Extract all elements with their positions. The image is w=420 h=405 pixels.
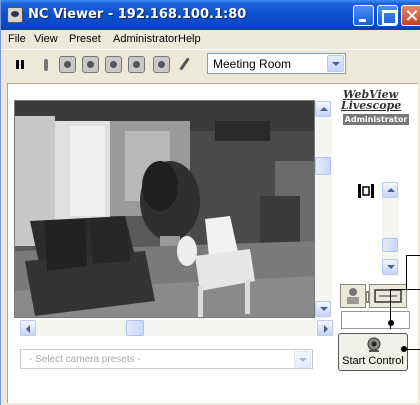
backlight-button[interactable] — [340, 284, 366, 308]
menu-view[interactable]: View — [34, 33, 58, 45]
start-control-button[interactable]: Start Control — [338, 333, 408, 371]
chevron-down-icon[interactable] — [327, 55, 344, 72]
zoom-slider-thumb[interactable] — [382, 238, 398, 252]
microphone-icon[interactable] — [176, 56, 193, 73]
video-vertical-scrollbar[interactable] — [315, 101, 332, 318]
camera-image — [15, 101, 314, 317]
zoom-icon — [357, 182, 375, 200]
horizontal-scroll-thumb[interactable] — [126, 320, 144, 336]
menu-help[interactable]: Help — [178, 33, 201, 45]
camera-video[interactable] — [14, 100, 315, 318]
network-icon[interactable] — [128, 56, 145, 73]
scroll-right-button[interactable] — [317, 320, 333, 336]
scroll-down-button[interactable] — [315, 301, 331, 317]
scroll-left-button[interactable] — [20, 320, 36, 336]
preset-select[interactable]: Meeting Room — [207, 53, 346, 74]
menu-bar: File View Preset Administrator Help — [1, 30, 420, 48]
title-bar[interactable]: NC Viewer - 192.168.100.1:80 — [1, 0, 420, 30]
video-horizontal-scrollbar[interactable] — [20, 320, 334, 336]
snapshot-icon[interactable] — [59, 56, 76, 73]
person-icon — [347, 288, 359, 304]
menu-file[interactable]: File — [8, 33, 26, 45]
zoom-out-button[interactable] — [382, 259, 398, 275]
camera-icon — [367, 337, 381, 352]
viewfinder-button[interactable] — [369, 284, 407, 308]
close-button[interactable] — [401, 5, 420, 26]
maximize-button[interactable] — [377, 5, 398, 26]
app-window: NC Viewer - 192.168.100.1:80 File View P… — [0, 0, 420, 405]
app-icon — [7, 7, 23, 23]
callout-line — [406, 255, 407, 290]
camera-presets-select[interactable]: - Select camera presets - — [20, 349, 313, 369]
start-control-label: Start Control — [342, 355, 404, 367]
webview-livescope-logo: WebView Livescope Administrator — [341, 88, 411, 132]
minimize-button[interactable] — [353, 5, 374, 26]
signal-icon[interactable] — [38, 56, 55, 73]
status-field — [341, 311, 410, 329]
settings-icon[interactable] — [82, 56, 99, 73]
audio-icon[interactable] — [153, 56, 170, 73]
chevron-down-icon[interactable] — [294, 351, 311, 368]
menu-preset[interactable]: Preset — [69, 33, 101, 45]
callout-line — [406, 255, 420, 256]
vertical-scroll-thumb[interactable] — [315, 157, 331, 175]
logo-line2: Livescope — [341, 99, 402, 112]
camera-presets-placeholder: - Select camera presets - — [29, 354, 141, 365]
callout-dot — [401, 346, 407, 352]
scroll-up-button[interactable] — [315, 101, 331, 117]
zoom-slider[interactable] — [382, 182, 399, 276]
preset-select-value: Meeting Room — [213, 57, 292, 71]
callout-dot — [388, 320, 394, 326]
record-icon[interactable] — [105, 56, 122, 73]
menu-administrator[interactable]: Administrator — [113, 33, 178, 45]
window-title: NC Viewer - 192.168.100.1:80 — [28, 7, 247, 22]
zoom-in-button[interactable] — [382, 182, 398, 198]
callout-line — [390, 289, 420, 290]
logo-badge: Administrator — [343, 114, 409, 125]
pause-icon[interactable] — [12, 56, 29, 73]
